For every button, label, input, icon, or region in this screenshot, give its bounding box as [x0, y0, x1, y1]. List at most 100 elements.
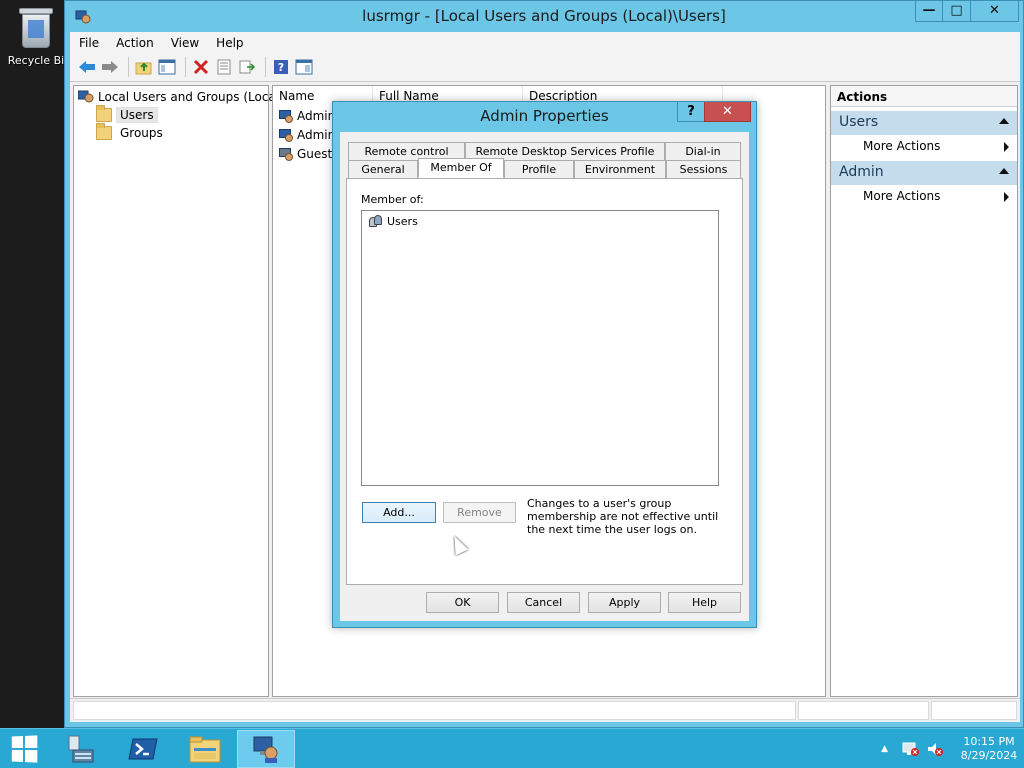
list-item[interactable]: Users	[368, 214, 418, 228]
dialog-close-button[interactable]: ✕	[704, 102, 751, 122]
taskbar: ▲ 10:15 PM 8/29/2024	[0, 728, 1024, 768]
system-tray: ▲ 10:15 PM 8/29/2024	[881, 729, 1024, 768]
svg-text:?: ?	[278, 61, 284, 74]
member-of-list[interactable]: Users	[361, 210, 719, 486]
actions-section-admin-label: Admin	[839, 164, 884, 180]
tree-root-label: Local Users and Groups (Local)	[98, 90, 284, 104]
clock-time: 10:15 PM	[963, 735, 1015, 748]
collapse-icon[interactable]	[999, 118, 1009, 124]
submenu-arrow-icon	[1004, 142, 1009, 152]
clock-date: 8/29/2024	[960, 749, 1018, 762]
minimize-button[interactable]: —	[915, 1, 943, 22]
ok-button[interactable]: OK	[426, 592, 499, 613]
delete-icon[interactable]	[191, 57, 211, 77]
table-row[interactable]: Admin	[279, 107, 335, 125]
tree-item-groups-label: Groups	[120, 126, 163, 140]
taskbar-file-explorer[interactable]	[176, 730, 234, 768]
row-name: Guest	[297, 147, 333, 161]
export-list-icon[interactable]	[237, 57, 257, 77]
window-titlebar[interactable]: lusrmgr - [Local Users and Groups (Local…	[65, 1, 1023, 32]
menu-file[interactable]: File	[70, 36, 107, 50]
dialog-body: Remote control Remote Desktop Services P…	[340, 132, 749, 621]
help-icon[interactable]: ?	[271, 57, 291, 77]
recycle-bin-label: Recycle Bi	[7, 54, 65, 67]
toolbar: ?	[70, 53, 1020, 82]
member-group-name: Users	[387, 214, 418, 228]
recycle-bin-icon	[18, 6, 54, 50]
membership-note: Changes to a user's group membership are…	[527, 497, 719, 536]
menu-help[interactable]: Help	[207, 36, 251, 50]
help-button[interactable]: Help	[668, 592, 741, 613]
admin-more-actions-label: More Actions	[863, 189, 941, 203]
group-icon	[368, 214, 384, 228]
tab-sessions[interactable]: Sessions	[666, 160, 741, 178]
taskbar-powershell[interactable]	[114, 730, 172, 768]
show-hidden-icons-arrow[interactable]: ▲	[881, 744, 888, 754]
tree-item-users[interactable]: Users	[96, 105, 158, 124]
toolbar-separator	[265, 57, 266, 77]
collapse-icon[interactable]	[999, 168, 1009, 174]
dialog-help-button[interactable]: ?	[677, 102, 705, 122]
menu-view[interactable]: View	[162, 36, 207, 50]
apply-button[interactable]: Apply	[588, 592, 661, 613]
powershell-icon	[128, 738, 158, 760]
menu-action[interactable]: Action	[107, 36, 162, 50]
forward-icon[interactable]	[100, 57, 120, 77]
tab-profile[interactable]: Profile	[504, 160, 574, 178]
status-bar	[70, 698, 1020, 722]
tab-general[interactable]: General	[348, 160, 418, 178]
member-of-panel: Member of: Users Add... Remove Changes t…	[346, 178, 743, 585]
show-hide-action-pane-icon[interactable]	[294, 57, 314, 77]
tree-item-groups[interactable]: Groups	[96, 123, 163, 142]
user-icon	[279, 109, 293, 123]
properties-icon[interactable]	[214, 57, 234, 77]
tree-pane: Local Users and Groups (Local) Users Gro…	[73, 85, 284, 697]
user-disabled-icon	[279, 147, 293, 161]
taskbar-lusrmgr[interactable]	[237, 730, 295, 768]
tree-root[interactable]: Local Users and Groups (Local)	[78, 88, 284, 106]
remove-button[interactable]: Remove	[443, 502, 516, 523]
actions-section-users-label: Users	[839, 114, 879, 130]
member-of-label: Member of:	[361, 193, 424, 206]
close-button[interactable]: ✕	[971, 1, 1019, 22]
start-button[interactable]	[0, 730, 48, 768]
admin-properties-dialog: Admin Properties ? ✕ Remote control Remo…	[332, 101, 757, 628]
recycle-bin[interactable]: Recycle Bi	[4, 4, 68, 67]
table-row[interactable]: Admin	[279, 126, 335, 144]
maximize-button[interactable]: □	[943, 1, 971, 22]
taskbar-server-manager[interactable]	[52, 730, 110, 768]
menu-bar: File Action View Help	[70, 32, 1020, 53]
folder-icon	[96, 123, 112, 140]
tree-item-users-label: Users	[116, 107, 158, 123]
back-icon[interactable]	[77, 57, 97, 77]
volume-muted-icon[interactable]	[926, 741, 944, 757]
user-icon	[279, 128, 293, 142]
status-panel	[798, 701, 929, 720]
windows-logo-icon	[11, 735, 38, 763]
computer-users-icon	[78, 90, 94, 103]
users-more-actions[interactable]: More Actions	[831, 135, 1017, 157]
window-title: lusrmgr - [Local Users and Groups (Local…	[362, 7, 726, 25]
folder-icon	[96, 105, 112, 122]
toolbar-separator	[128, 57, 129, 77]
tab-member-of[interactable]: Member Of	[418, 158, 504, 178]
row-name: Admin	[297, 128, 336, 142]
cancel-button[interactable]: Cancel	[507, 592, 580, 613]
status-panel	[73, 701, 796, 720]
local-users-groups-icon	[253, 736, 278, 763]
actions-section-admin[interactable]: Admin	[831, 161, 1017, 185]
admin-more-actions[interactable]: More Actions	[831, 185, 1017, 207]
file-explorer-icon	[189, 736, 221, 763]
up-folder-icon[interactable]	[134, 57, 154, 77]
add-button[interactable]: Add...	[362, 502, 436, 523]
tab-environment[interactable]: Environment	[574, 160, 666, 178]
actions-header: Actions	[831, 86, 1017, 107]
submenu-arrow-icon	[1004, 192, 1009, 202]
tab-dial-in[interactable]: Dial-in	[665, 142, 741, 160]
table-row[interactable]: Guest	[279, 145, 332, 163]
clock[interactable]: 10:15 PM 8/29/2024	[954, 735, 1024, 763]
actions-pane: Actions Users More Actions Admin More Ac…	[830, 85, 1018, 697]
actions-section-users[interactable]: Users	[831, 111, 1017, 135]
show-hide-tree-icon[interactable]	[157, 57, 177, 77]
network-icon[interactable]	[902, 741, 920, 757]
